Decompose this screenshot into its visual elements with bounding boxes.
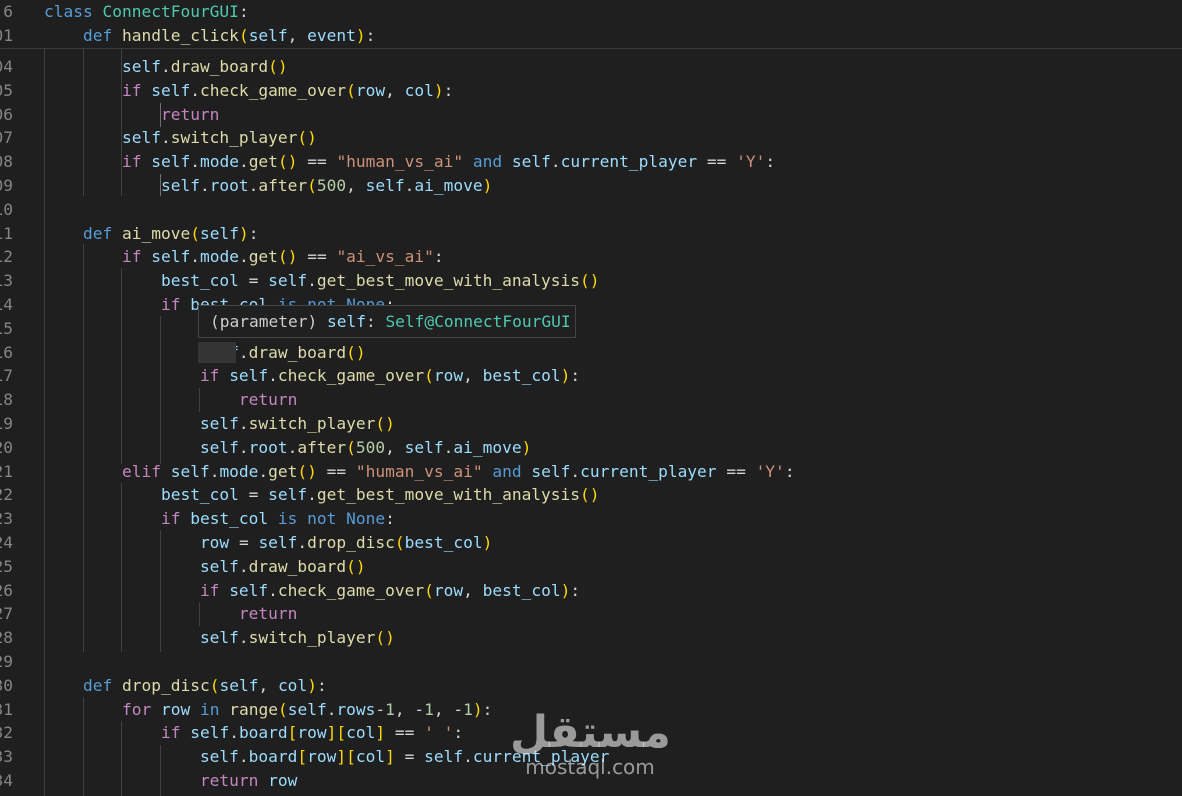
editor-line-number: 19	[0, 414, 13, 433]
editor-line-number: 15	[0, 318, 13, 338]
editor-code-line[interactable]: if best_col is not None:	[44, 507, 395, 531]
editor-line-number: 24	[0, 533, 13, 552]
editor-code-line[interactable]: if self.board[row][col] == ' ':	[44, 721, 463, 745]
word-highlight	[198, 342, 236, 363]
editor-code-line[interactable]: if self.check_game_over(row, best_col):	[44, 579, 580, 603]
watermark: مستقل mostaql.com	[510, 705, 671, 785]
sticky-line-number: 6	[3, 2, 13, 21]
editor-code-line[interactable]: self.draw_board()	[44, 55, 288, 79]
editor-code-line[interactable]: def ai_move(self):	[44, 222, 258, 246]
hover-prefix: (parameter)	[210, 312, 327, 331]
editor-line-number: 33	[0, 747, 13, 767]
editor-line-number: 10	[0, 199, 13, 219]
sticky-line-number: 01	[0, 25, 13, 45]
hover-type: Self@ConnectFourGUI	[385, 312, 571, 331]
editor-line-number: 28	[0, 628, 13, 648]
editor-code-line[interactable]: return	[44, 388, 297, 412]
editor-line-number: 31	[0, 699, 13, 719]
watermark-logo: مستقل	[510, 707, 671, 758]
editor-code-line[interactable]: if self.mode.get() == "ai_vs_ai":	[44, 245, 444, 269]
editor-line-number: 04	[0, 57, 13, 76]
editor-line-number: 21	[0, 461, 13, 481]
editor-line-number: 14	[0, 295, 13, 314]
editor-line-number: 13	[0, 271, 13, 291]
editor-code-line[interactable]: return	[44, 602, 297, 626]
editor-line-number: 07	[0, 128, 13, 148]
editor-code-line[interactable]: self.root.after(500, self.ai_move)	[44, 174, 492, 198]
editor-line-number: 34	[0, 771, 13, 790]
editor-code-line[interactable]: if self.mode.get() == "human_vs_ai" and …	[44, 150, 775, 174]
editor-line-number: 08	[0, 152, 13, 172]
editor-code-line[interactable]: self.switch_player()	[44, 126, 317, 150]
editor-code-line[interactable]: for row in range(self.rows-1, -1, -1):	[44, 698, 492, 722]
editor-code-line[interactable]: best_col = self.get_best_move_with_analy…	[44, 269, 600, 293]
editor-line-number: 25	[0, 556, 13, 576]
watermark-url: mostaql.com	[525, 755, 655, 779]
editor-line-number: 05	[0, 80, 13, 100]
editor-line-number: 26	[0, 580, 13, 600]
editor-line-number: 09	[0, 176, 13, 195]
editor-line-number: 11	[0, 223, 13, 243]
editor-line-number: 22	[0, 485, 13, 505]
editor-line-number: 18	[0, 390, 13, 410]
editor-code-line[interactable]: self.draw_board()	[44, 555, 366, 579]
editor-line-number: 12	[0, 247, 13, 267]
editor-line-number: 06	[0, 104, 13, 124]
editor-line-number: 27	[0, 604, 13, 624]
hover-param-name: self	[326, 312, 366, 331]
editor-line-number: 29	[0, 652, 13, 671]
editor-line-number: 17	[0, 366, 13, 386]
editor-code-line[interactable]: best_col = self.get_best_move_with_analy…	[44, 483, 600, 507]
editor-code-line[interactable]: row = self.drop_disc(best_col)	[44, 531, 492, 555]
editor-code-line[interactable]: return	[44, 103, 219, 127]
editor-line-number: 20	[0, 437, 13, 457]
editor-line-number: 30	[0, 675, 13, 695]
sticky-scroll-header[interactable]: 6 class ConnectFourGUI: 01 def handle_clic…	[0, 0, 1182, 49]
editor-code-line[interactable]: return row	[44, 769, 297, 793]
editor-line-number: 23	[0, 509, 13, 529]
code-editor[interactable]: 04 self.draw_board() 05 if self.check_gam…	[0, 0, 1182, 796]
hover-tooltip: (parameter) self: Self@ConnectFourGUI	[198, 305, 576, 338]
editor-code-line[interactable]: self.switch_player()	[44, 412, 395, 436]
editor-code-line[interactable]: self.switch_player()	[44, 626, 395, 650]
editor-code-line[interactable]: def drop_disc(self, col):	[44, 674, 327, 698]
editor-code-line[interactable]: if self.check_game_over(row, col):	[44, 79, 453, 103]
editor-code-line[interactable]: if self.check_game_over(row, best_col):	[44, 364, 580, 388]
sticky-code-line[interactable]: def handle_click(self, event):	[44, 24, 375, 48]
hover-separator: :	[365, 312, 386, 331]
editor-code-line[interactable]: elif self.mode.get() == "human_vs_ai" an…	[44, 460, 795, 484]
editor-line-number: 16	[0, 342, 13, 362]
sticky-code-line[interactable]: class ConnectFourGUI:	[44, 0, 249, 24]
editor-line-number: 32	[0, 723, 13, 743]
editor-code-line[interactable]: self.root.after(500, self.ai_move)	[44, 436, 531, 460]
